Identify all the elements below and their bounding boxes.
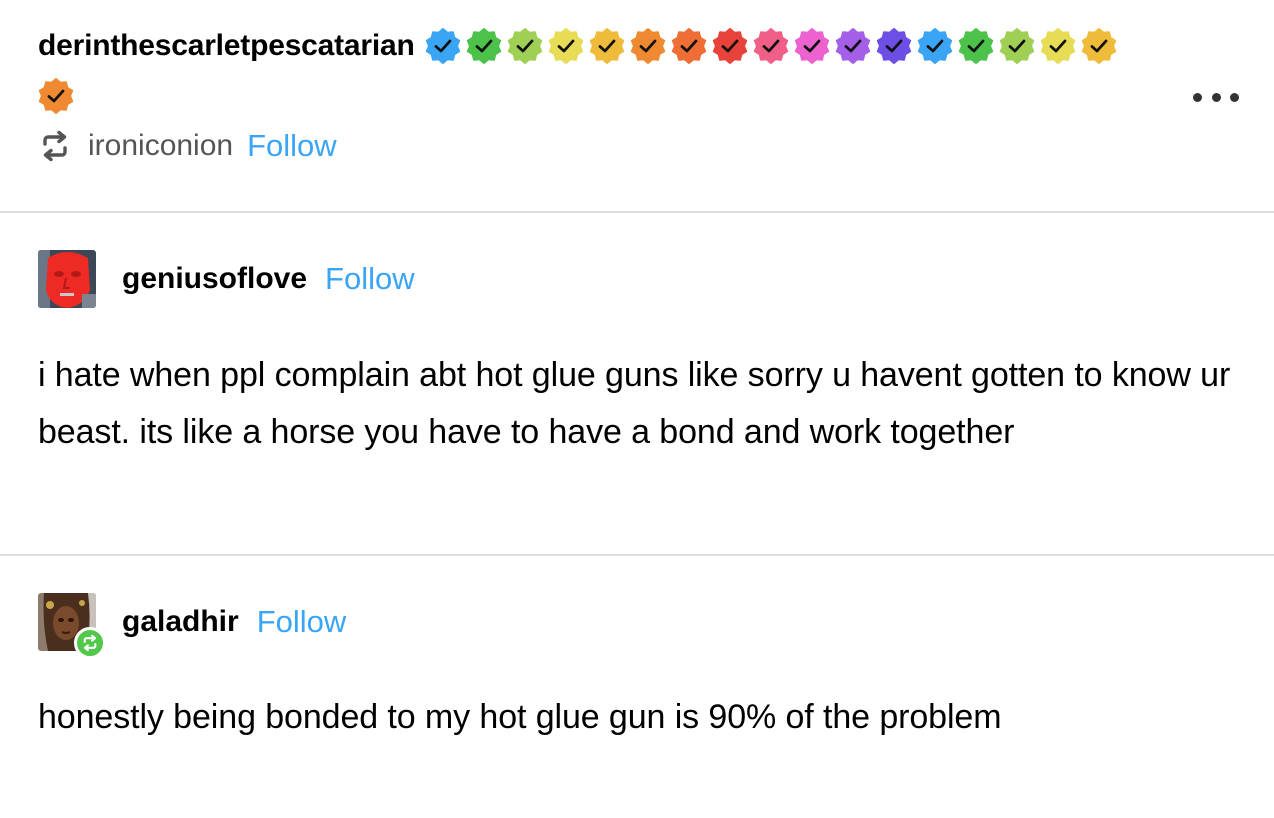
- verified-badge-icon[interactable]: [794, 28, 830, 64]
- verified-badge-icon[interactable]: [1081, 28, 1117, 64]
- post-author-row: galadhir Follow: [38, 593, 347, 659]
- more-options-button[interactable]: [1193, 88, 1239, 106]
- avatar[interactable]: [38, 250, 96, 308]
- verified-badge-icon[interactable]: [425, 28, 461, 64]
- verified-badge-icon[interactable]: [917, 28, 953, 64]
- verified-badge-icon[interactable]: [753, 28, 789, 64]
- verified-badge-icon[interactable]: [712, 28, 748, 64]
- blog-username[interactable]: derinthescarletpescatarian: [38, 24, 415, 68]
- verified-badge-icon[interactable]: [1040, 28, 1076, 64]
- post-author-row: geniusoflove Follow: [38, 250, 415, 308]
- post-header: derinthescarletpescatarian: [38, 24, 1228, 114]
- reblog-icon: [38, 129, 72, 163]
- verified-badge-icon[interactable]: [38, 78, 74, 114]
- reblog-badge-icon: [74, 627, 106, 659]
- verified-badge-icon[interactable]: [507, 28, 543, 64]
- verified-badge-icon[interactable]: [466, 28, 502, 64]
- follow-button[interactable]: Follow: [247, 128, 337, 164]
- reblog-source: ironiconion Follow: [38, 124, 337, 168]
- verified-badge-icon[interactable]: [589, 28, 625, 64]
- reblog-source-username[interactable]: ironiconion: [88, 129, 233, 163]
- post-body-text: honestly being bonded to my hot glue gun…: [38, 698, 1002, 736]
- more-dot-icon: [1211, 92, 1221, 102]
- verified-badge-icon[interactable]: [630, 28, 666, 64]
- verified-badge-icon[interactable]: [835, 28, 871, 64]
- post-username[interactable]: galadhir: [122, 605, 239, 639]
- post-username[interactable]: geniusoflove: [122, 262, 307, 296]
- verified-badge-icon[interactable]: [876, 28, 912, 64]
- verified-badge-icon[interactable]: [671, 28, 707, 64]
- verified-badge-icon[interactable]: [958, 28, 994, 64]
- follow-button[interactable]: Follow: [257, 604, 347, 640]
- avatar-container: [38, 593, 106, 659]
- post-body-text: i hate when ppl complain abt hot glue gu…: [38, 356, 1231, 451]
- more-dot-icon: [1193, 92, 1202, 102]
- more-dot-icon: [1230, 92, 1239, 102]
- verified-badge-icon[interactable]: [999, 28, 1035, 64]
- username-line: derinthescarletpescatarian: [38, 24, 1138, 114]
- follow-button[interactable]: Follow: [325, 261, 415, 297]
- divider: [0, 211, 1274, 213]
- verified-badge-icon[interactable]: [548, 28, 584, 64]
- divider: [0, 554, 1274, 556]
